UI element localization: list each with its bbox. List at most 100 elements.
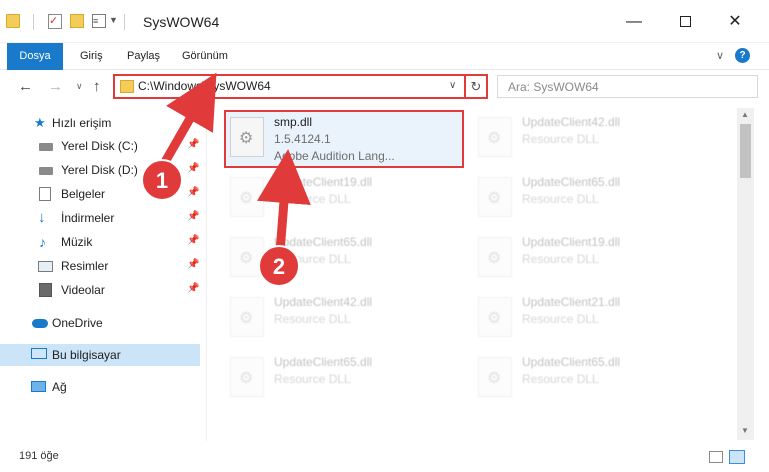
navigation-bar: ← → ∨ ↑ C:\Windows\SysWOW64 ∨ ↻ Ara: Sys…	[0, 70, 769, 105]
computer-icon	[31, 348, 47, 359]
sidebar-item-label: İndirmeler	[61, 211, 115, 225]
toolbar-divider	[33, 14, 34, 30]
vertical-scrollbar[interactable]: ▲ ▼	[737, 108, 754, 440]
minimize-button[interactable]: —	[619, 10, 649, 34]
sidebar-item-this-pc[interactable]: Bu bilgisayar	[0, 344, 200, 366]
sidebar-item-label: Resimler	[61, 259, 109, 273]
tiles-view-icon[interactable]	[729, 450, 745, 464]
folder-icon	[6, 14, 20, 28]
file-description: Resource DLL	[522, 132, 599, 146]
dll-file-icon	[478, 297, 512, 337]
sidebar-item-label: Ağ	[52, 380, 67, 394]
tab-view[interactable]: Görünüm	[182, 43, 228, 70]
file-tile[interactable]: UpdateClient65.dll Resource DLL	[474, 171, 704, 227]
sidebar-item-label: Videolar	[61, 283, 105, 297]
sidebar-item-label: Müzik	[61, 235, 93, 249]
sidebar-item-local-disk-d[interactable]: Yerel Disk (D:) 📌	[0, 159, 200, 181]
pin-icon[interactable]: 📌	[187, 235, 199, 246]
pin-icon[interactable]: 📌	[187, 283, 199, 294]
file-description: Adobe Audition Lang...	[274, 149, 395, 163]
pin-icon[interactable]: 📌	[187, 211, 199, 222]
file-name: UpdateClient19.dll	[522, 235, 621, 249]
dll-file-icon	[230, 297, 264, 337]
documents-icon	[39, 187, 51, 201]
dll-file-icon	[478, 117, 512, 157]
drive-icon	[39, 143, 53, 151]
search-placeholder: Ara: SysWOW64	[508, 80, 599, 94]
dll-file-icon	[230, 117, 264, 157]
file-tile[interactable]: UpdateClient42.dll Resource DLL	[226, 291, 456, 347]
properties-check-icon[interactable]: ✓	[48, 14, 62, 29]
search-input[interactable]: Ara: SysWOW64	[497, 75, 758, 98]
sidebar-item-quick-access[interactable]: ★ Hızlı erişim	[0, 112, 200, 134]
pin-icon[interactable]: 📌	[187, 187, 199, 198]
sidebar-item-label: Bu bilgisayar	[52, 348, 121, 362]
file-tile[interactable]: UpdateClient21.dll Resource DLL	[474, 291, 704, 347]
file-tile[interactable]: UpdateClient19.dll Resource DLL	[474, 231, 704, 287]
file-name: UpdateClient65.dll	[274, 355, 373, 369]
status-bar: 191 öğe	[0, 441, 769, 472]
refresh-button[interactable]: ↻	[466, 74, 488, 99]
scroll-down-icon[interactable]: ▼	[741, 426, 749, 435]
expand-ribbon-chevron-icon[interactable]: ∨	[716, 49, 724, 62]
back-arrow-icon[interactable]: ←	[18, 78, 33, 95]
address-path[interactable]: C:\Windows\SysWOW64	[138, 79, 271, 93]
maximize-icon	[679, 16, 691, 27]
close-button[interactable]: ✕	[720, 10, 750, 34]
drive-icon	[39, 167, 53, 175]
pin-icon[interactable]: 📌	[187, 259, 199, 270]
file-tile[interactable]: UpdateClient65.dll Resource DLL	[474, 351, 704, 407]
cloud-icon	[32, 319, 48, 328]
file-tile[interactable]: UpdateClient65.dll Resource DLL	[226, 231, 456, 287]
sidebar-item-videos[interactable]: Videolar 📌	[0, 279, 200, 301]
sidebar-item-music[interactable]: ♪ Müzik 📌	[0, 231, 200, 253]
sidebar-item-label: Yerel Disk (C:)	[61, 139, 138, 153]
dll-file-icon	[230, 357, 264, 397]
tab-file[interactable]: Dosya	[7, 43, 63, 70]
navigation-pane: ★ Hızlı erişim Yerel Disk (C:) 📌 Yerel D…	[0, 105, 207, 441]
file-description: Resource DLL	[522, 312, 599, 326]
file-tile[interactable]: UpdateClient42.dll Resource DLL	[474, 111, 704, 167]
maximize-button[interactable]	[670, 10, 700, 34]
sidebar-item-local-disk-c[interactable]: Yerel Disk (C:) 📌	[0, 135, 200, 157]
sidebar-item-downloads[interactable]: ↓ İndirmeler 📌	[0, 207, 200, 229]
file-tile[interactable]: UpdateClient19.dll Resource DLL	[226, 171, 456, 227]
file-tile[interactable]: UpdateClient65.dll Resource DLL	[226, 351, 456, 407]
quick-access-toolbar-icon[interactable]: ≡	[92, 14, 106, 28]
help-icon[interactable]: ?	[735, 48, 750, 63]
file-description: Resource DLL	[522, 192, 599, 206]
file-name: UpdateClient21.dll	[522, 295, 621, 309]
pin-icon[interactable]: 📌	[187, 139, 199, 150]
sidebar-item-network[interactable]: Ağ	[0, 376, 200, 398]
sidebar-item-pictures[interactable]: Resimler 📌	[0, 255, 200, 277]
new-folder-icon[interactable]	[70, 14, 84, 28]
address-bar[interactable]: C:\Windows\SysWOW64 ∨	[113, 74, 466, 99]
file-description: Resource DLL	[274, 252, 351, 266]
address-history-chevron-icon[interactable]: ∨	[449, 80, 456, 91]
pictures-icon	[38, 261, 53, 272]
file-tile[interactable]: smp.dll 1.5.4124.1 Adobe Audition Lang..…	[226, 111, 456, 167]
file-name: UpdateClient42.dll	[274, 295, 373, 309]
details-view-icon[interactable]	[709, 451, 723, 463]
file-name: smp.dll	[274, 115, 313, 129]
scroll-up-icon[interactable]: ▲	[741, 110, 749, 119]
file-description: Resource DLL	[274, 192, 351, 206]
dll-file-icon	[478, 237, 512, 277]
customize-toolbar-chevron-icon[interactable]: ▼	[109, 15, 118, 25]
forward-arrow-icon[interactable]: →	[48, 78, 63, 95]
dll-file-icon	[478, 357, 512, 397]
file-description: Resource DLL	[522, 252, 599, 266]
toolbar-divider	[124, 14, 125, 30]
sidebar-item-documents[interactable]: Belgeler 📌	[0, 183, 200, 205]
sidebar-item-label: Hızlı erişim	[52, 116, 112, 130]
file-description: Resource DLL	[274, 372, 351, 386]
up-arrow-icon[interactable]: ↑	[93, 78, 101, 95]
tab-share[interactable]: Paylaş	[127, 43, 160, 70]
tab-home[interactable]: Giriş	[80, 43, 103, 70]
sidebar-item-onedrive[interactable]: OneDrive	[0, 312, 200, 334]
scrollbar-thumb[interactable]	[740, 124, 751, 178]
sidebar-item-label: Belgeler	[61, 187, 106, 201]
recent-locations-chevron-icon[interactable]: ∨	[76, 81, 83, 92]
network-icon	[31, 381, 46, 392]
pin-icon[interactable]: 📌	[187, 163, 199, 174]
